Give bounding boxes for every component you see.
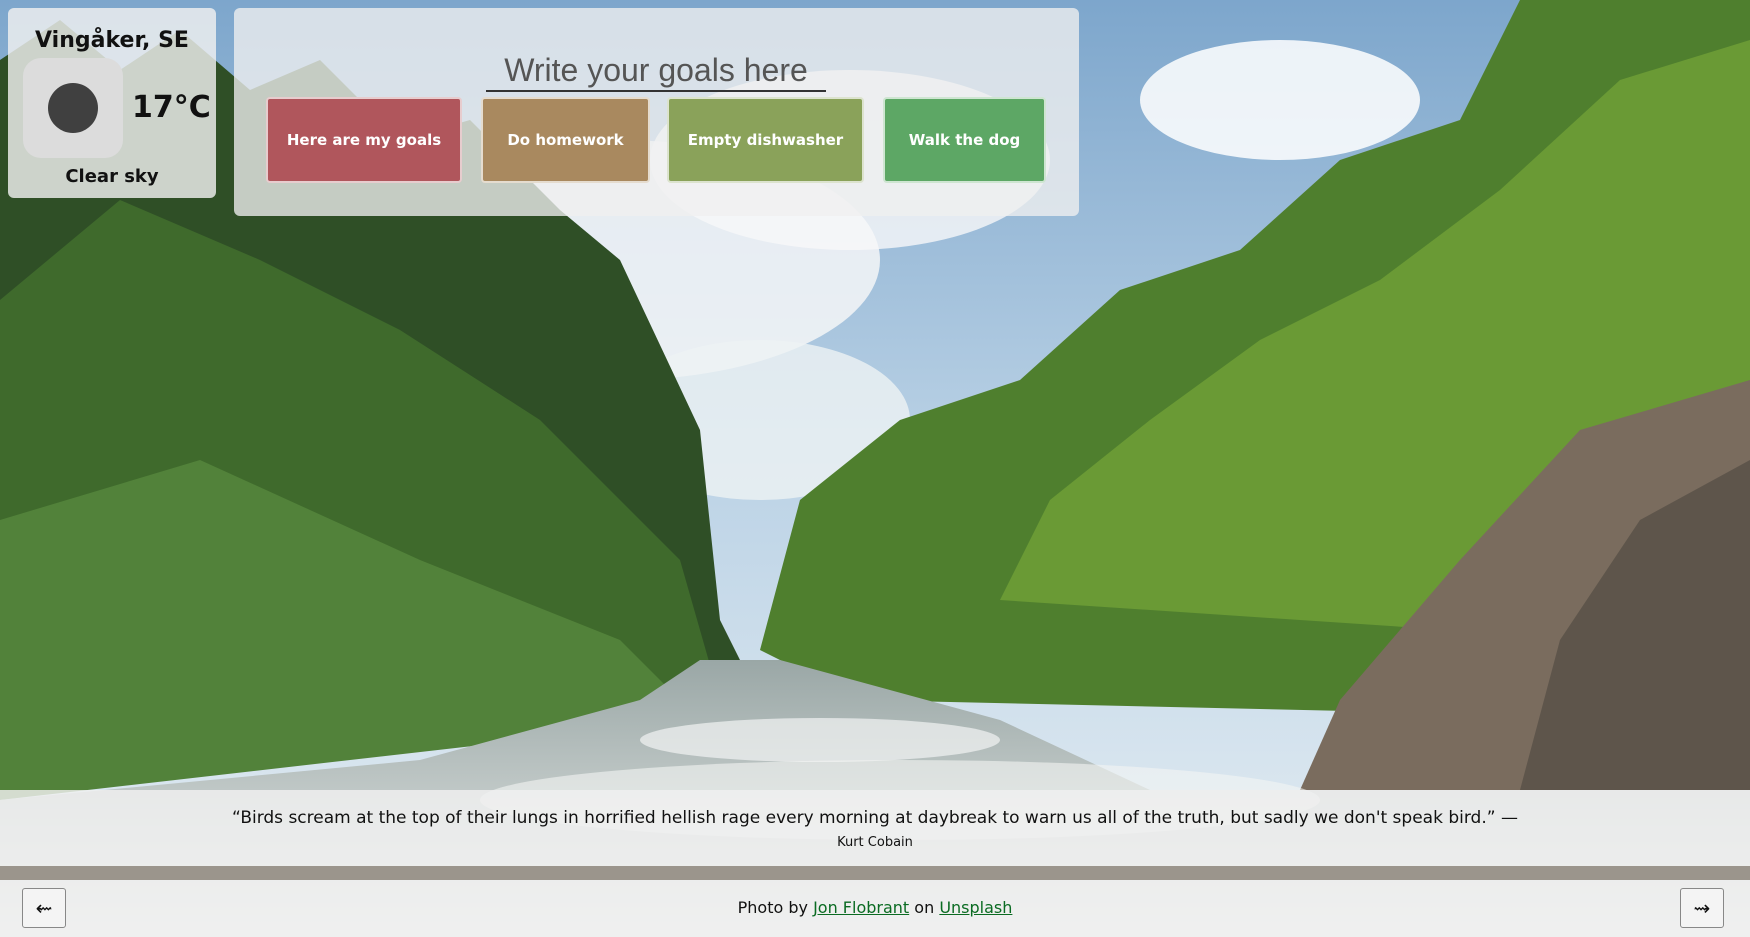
photographer-link[interactable]: Jon Flobrant: [813, 898, 909, 917]
weather-widget: Vingåker, SE 17°C Clear sky: [8, 8, 216, 198]
goal-walk-the-dog[interactable]: Walk the dog: [883, 97, 1046, 183]
credit-middle: on: [914, 898, 935, 917]
goal-do-homework[interactable]: Do homework: [481, 97, 650, 183]
next-glyph: ⇝: [1693, 896, 1711, 920]
clear-sky-icon: [23, 58, 123, 158]
weather-temperature: 17°C: [132, 90, 211, 125]
goal-input[interactable]: [486, 50, 826, 92]
credit-prefix: Photo by: [737, 898, 808, 917]
goal-here-are-my-goals[interactable]: Here are my goals: [266, 97, 462, 183]
goal-empty-dishwasher[interactable]: Empty dishwasher: [667, 97, 864, 183]
quote-text: “Birds scream at the top of their lungs …: [232, 808, 1518, 828]
arrow-right-icon[interactable]: ⇝: [1680, 888, 1724, 928]
weather-condition: Clear sky: [65, 166, 159, 187]
footer-bar: ⇜ Photo by Jon Flobrant on Unsplash ⇝: [0, 880, 1750, 937]
photo-credit: Photo by Jon Flobrant on Unsplash: [0, 898, 1750, 917]
goals-panel: Here are my goals Do homework Empty dish…: [234, 8, 1079, 216]
sun-dot: [48, 83, 98, 133]
weather-location: Vingåker, SE: [35, 28, 189, 53]
unsplash-link[interactable]: Unsplash: [939, 898, 1012, 917]
quote-author: Kurt Cobain: [837, 835, 913, 850]
quote-bar: “Birds scream at the top of their lungs …: [0, 790, 1750, 866]
